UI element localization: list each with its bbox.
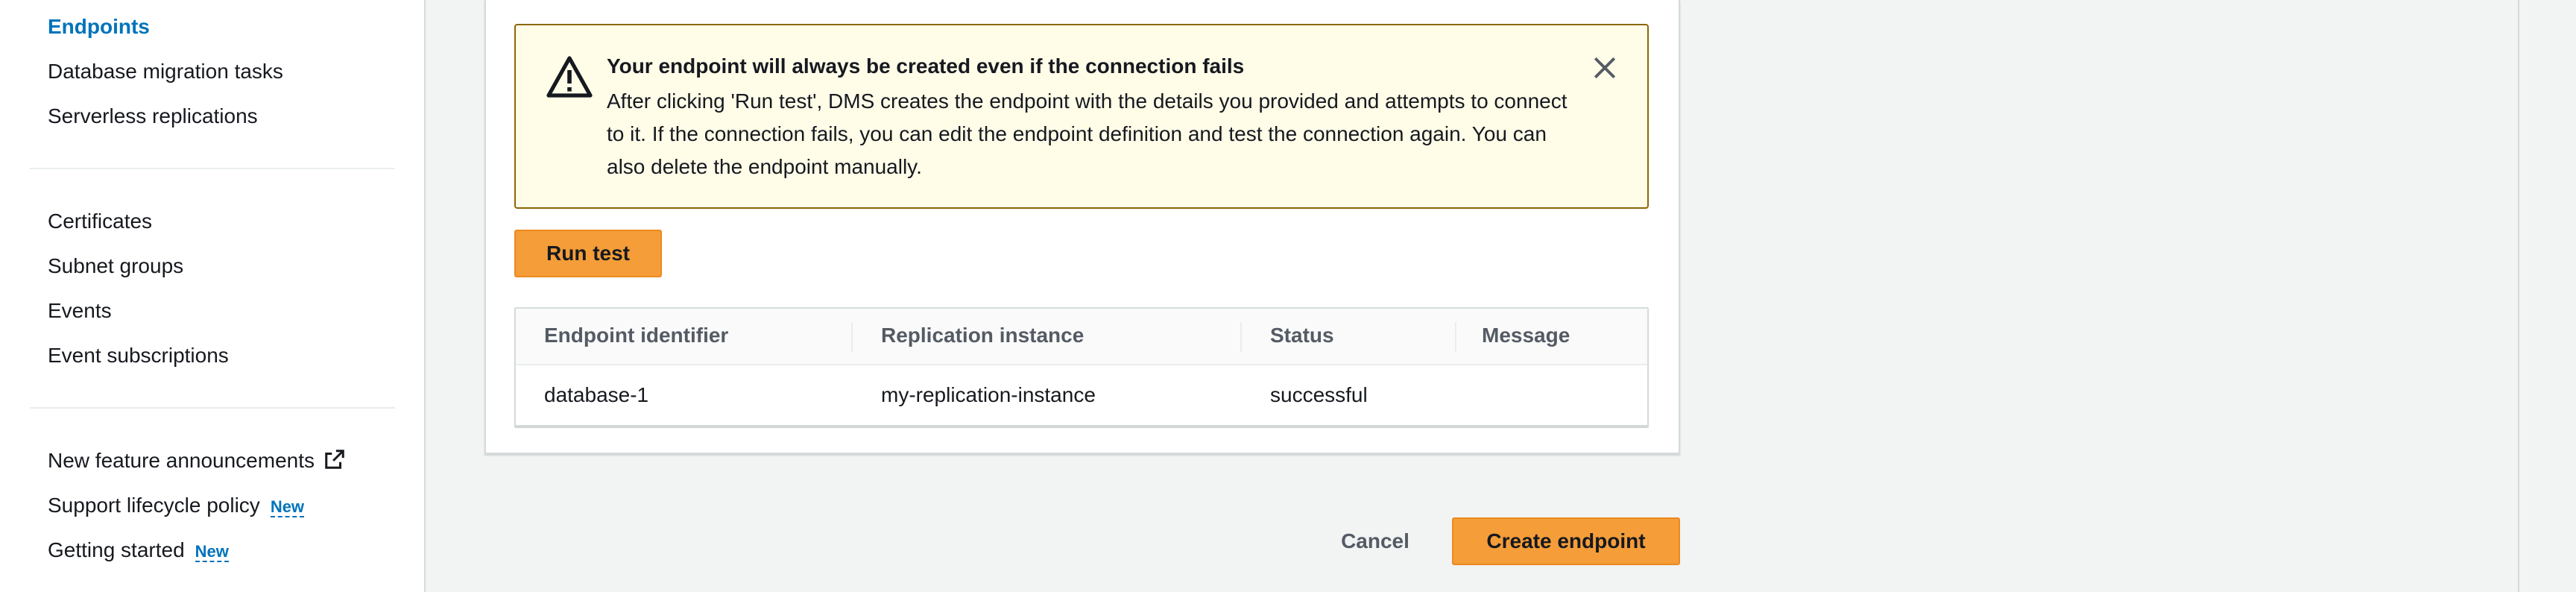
column-divider bbox=[1240, 322, 1242, 352]
test-results-table: Endpoint identifier Replication instance… bbox=[514, 307, 1649, 426]
sidebar-item-subnet-groups[interactable]: Subnet groups bbox=[48, 254, 183, 279]
warning-alert: Your endpoint will always be created eve… bbox=[514, 24, 1649, 209]
sidebar-item-new-feature-announcements[interactable]: New feature announcements bbox=[48, 448, 346, 476]
content-right-border bbox=[2518, 0, 2519, 592]
sidebar-item-event-subscriptions[interactable]: Event subscriptions bbox=[48, 343, 229, 368]
sidebar-divider bbox=[30, 407, 395, 409]
table-header: Endpoint identifier Replication instance… bbox=[516, 309, 1647, 365]
cell-status: successful bbox=[1270, 383, 1368, 406]
column-header-replication-instance[interactable]: Replication instance bbox=[881, 324, 1084, 347]
alert-message: After clicking 'Run test', DMS creates t… bbox=[607, 89, 1568, 178]
column-divider bbox=[1455, 322, 1456, 352]
new-badge: New bbox=[270, 497, 305, 517]
run-test-button[interactable]: Run test bbox=[514, 230, 662, 277]
column-header-endpoint-identifier[interactable]: Endpoint identifier bbox=[544, 324, 728, 347]
warning-icon bbox=[546, 54, 593, 105]
sidebar-item-database-migration-tasks[interactable]: Database migration tasks bbox=[48, 59, 283, 84]
sidebar-item-getting-started[interactable]: Getting started New bbox=[48, 538, 229, 563]
sidebar-item-label: New feature announcements bbox=[48, 449, 315, 472]
cancel-button[interactable]: Cancel bbox=[1327, 517, 1424, 565]
external-link-icon bbox=[323, 448, 346, 476]
cell-replication-instance: my-replication-instance bbox=[881, 383, 1096, 406]
column-header-message[interactable]: Message bbox=[1482, 324, 1570, 347]
sidebar-item-support-lifecycle-policy[interactable]: Support lifecycle policy New bbox=[48, 493, 305, 518]
sidebar-item-certificates[interactable]: Certificates bbox=[48, 209, 152, 234]
sidebar-item-label: Support lifecycle policy bbox=[48, 494, 260, 517]
sidebar-item-serverless-replications[interactable]: Serverless replications bbox=[48, 104, 258, 129]
create-endpoint-button[interactable]: Create endpoint bbox=[1452, 517, 1680, 565]
column-divider bbox=[851, 322, 853, 352]
sidebar: Endpoints Database migration tasks Serve… bbox=[0, 0, 426, 592]
alert-title: Your endpoint will always be created eve… bbox=[607, 54, 1245, 78]
sidebar-divider bbox=[30, 168, 395, 169]
sidebar-item-label: Getting started bbox=[48, 538, 185, 561]
column-header-status[interactable]: Status bbox=[1270, 324, 1334, 347]
sidebar-item-endpoints[interactable]: Endpoints bbox=[48, 14, 150, 40]
cell-endpoint-identifier: database-1 bbox=[544, 383, 649, 406]
new-badge: New bbox=[195, 542, 229, 562]
close-icon[interactable] bbox=[1592, 55, 1617, 84]
sidebar-item-events[interactable]: Events bbox=[48, 298, 112, 324]
